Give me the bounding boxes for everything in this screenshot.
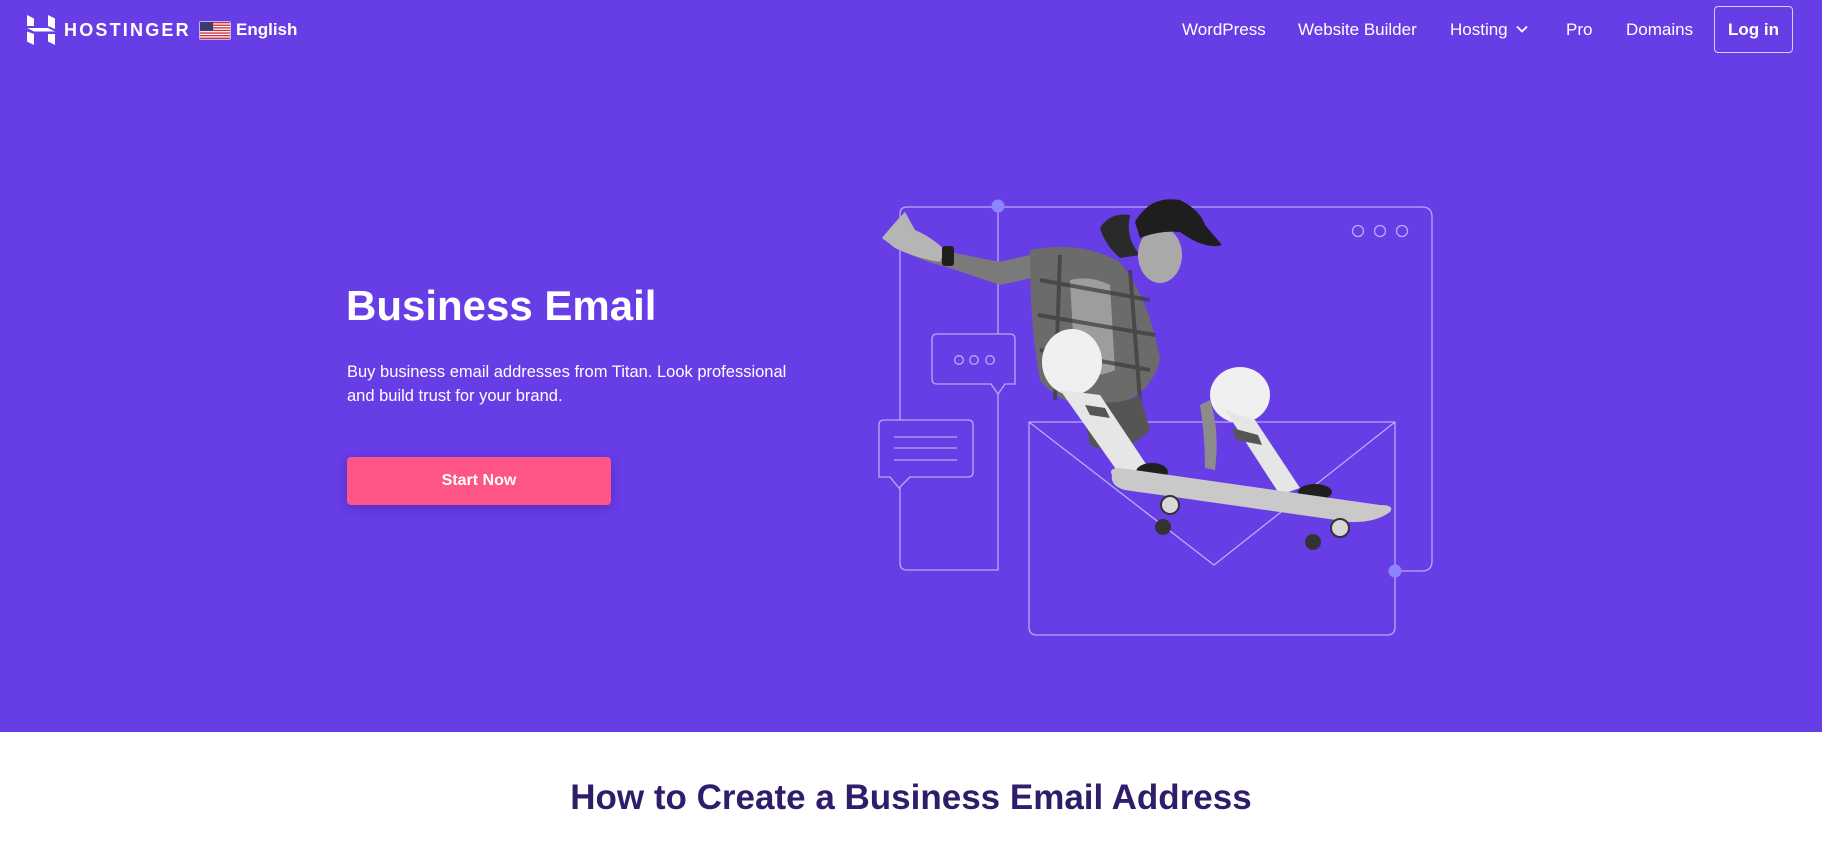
- connector-dot: [991, 199, 1005, 213]
- connector-dot: [1388, 564, 1402, 578]
- language-label: English: [236, 20, 298, 39]
- login-button[interactable]: Log in: [1714, 6, 1793, 53]
- typing-dot: [985, 355, 995, 365]
- brand-name[interactable]: HOSTINGER: [64, 19, 191, 41]
- window-dot: [1351, 224, 1365, 238]
- chevron-down-icon: [1516, 25, 1528, 33]
- skateboarder-photo: [882, 199, 1392, 550]
- nav-hosting[interactable]: Hosting: [1450, 19, 1528, 41]
- nav-domains[interactable]: Domains: [1626, 19, 1693, 41]
- hero-illustration: [878, 199, 1433, 636]
- language-selector[interactable]: English: [199, 18, 297, 42]
- typing-dot: [954, 355, 964, 365]
- hostinger-logo-icon[interactable]: [27, 15, 55, 45]
- hero-title: Business Email: [346, 282, 657, 329]
- nav-hosting-label: Hosting: [1450, 20, 1508, 39]
- hero-section: HOSTINGER English WordPress Website Buil…: [0, 0, 1822, 732]
- window-dot: [1373, 224, 1387, 238]
- nav-wordpress[interactable]: WordPress: [1182, 19, 1266, 41]
- typing-dot: [969, 355, 979, 365]
- nav-pro[interactable]: Pro: [1566, 19, 1592, 41]
- us-flag-icon: [199, 20, 231, 40]
- section-title: How to Create a Business Email Address: [570, 778, 1252, 817]
- nav-website-builder[interactable]: Website Builder: [1298, 19, 1417, 41]
- chat-bubble-message: [878, 419, 974, 489]
- window-dot: [1395, 224, 1409, 238]
- start-now-button[interactable]: Start Now: [347, 457, 611, 505]
- hero-description: Buy business email addresses from Titan.…: [347, 363, 787, 405]
